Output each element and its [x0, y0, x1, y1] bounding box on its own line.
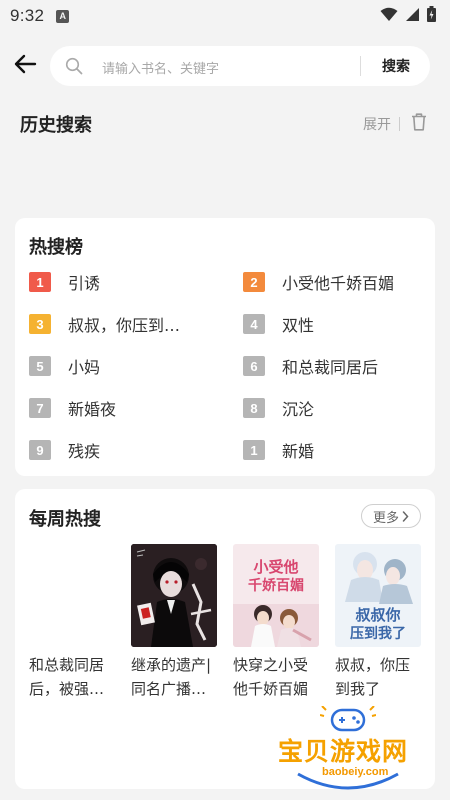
hot-item-9[interactable]: 9 残疾 [29, 439, 100, 461]
battery-icon [427, 6, 436, 26]
hot-item-title: 残疾 [68, 442, 101, 461]
search-button[interactable]: 搜索 [368, 46, 424, 86]
hot-item-4[interactable]: 4 双性 [243, 313, 314, 335]
rank-badge: 1 [29, 272, 51, 292]
more-button[interactable]: 更多 [361, 504, 421, 528]
history-divider [399, 117, 400, 131]
more-label: 更多 [372, 510, 399, 526]
chevron-right-icon [402, 510, 409, 522]
history-title: 历史搜索 [20, 115, 92, 136]
book-cover: 叔叔你 压到我了 [335, 544, 421, 647]
book-item[interactable]: 和总裁同居后，被强… [29, 544, 115, 701]
cover-text-line-2: 千娇百媚 [248, 577, 304, 594]
rank-badge: 3 [29, 314, 51, 334]
back-button[interactable] [0, 44, 50, 88]
signal-icon [405, 7, 420, 26]
history-actions: 展开 [363, 113, 430, 135]
hot-item-6[interactable]: 6 和总裁同居后 [243, 355, 378, 377]
book-cover [131, 544, 217, 647]
book-title: 继承的遗产|同名广播… [131, 656, 212, 698]
rank-badge: 6 [243, 356, 265, 376]
hot-item-5[interactable]: 5 小妈 [29, 355, 100, 377]
rank-badge: 1 [243, 440, 265, 460]
book-item[interactable]: 继承的遗产|同名广播… [131, 544, 217, 701]
watermark-text: 宝贝游戏网 [278, 737, 409, 766]
search-input[interactable] [102, 51, 342, 81]
hot-item-title: 小受他千娇百媚 [282, 274, 395, 293]
status-time: 9:32 [10, 6, 45, 25]
wifi-icon [380, 7, 398, 26]
hot-item-title: 新婚 [282, 442, 315, 461]
cover-text-line-2: 压到我了 [350, 626, 406, 642]
hot-item-8[interactable]: 8 沉沦 [243, 397, 314, 419]
rank-badge: 4 [243, 314, 265, 334]
rank-badge: 5 [29, 356, 51, 376]
book-title: 叔叔，你压到我了 [335, 656, 411, 698]
search-bar-row: 搜索 [0, 44, 450, 88]
hot-search-title: 热搜榜 [29, 237, 83, 258]
book-item[interactable]: 叔叔你 压到我了 叔叔，你压到我了 [335, 544, 421, 701]
status-bar: 9:32 A [0, 0, 450, 32]
rank-badge: 9 [29, 440, 51, 460]
search-divider [360, 56, 361, 76]
search-icon [64, 56, 84, 76]
watermark: 宝贝游戏网 baobeiy.com [268, 704, 428, 800]
rank-badge: 8 [243, 398, 265, 418]
clear-history-button[interactable] [408, 113, 430, 135]
book-item[interactable]: 小受他 千娇百媚 快穿之小受他千娇百媚 [233, 544, 319, 701]
trash-icon [411, 113, 427, 135]
hot-item-title: 沉沦 [282, 400, 315, 419]
hot-item-title: 和总裁同居后 [282, 358, 379, 377]
hot-item-title: 小妈 [68, 358, 101, 377]
hot-item-1[interactable]: 1 引诱 [29, 271, 100, 293]
history-header: 历史搜索 展开 [20, 108, 430, 140]
hot-item-2[interactable]: 2 小受他千娇百媚 [243, 271, 394, 293]
hot-item-10[interactable]: 1 新婚 [243, 439, 314, 461]
search-box: 搜索 [50, 46, 430, 86]
hot-search-card: 热搜榜 1 引诱 2 小受他千娇百媚 3 叔叔，你压到… 4 双性 5 小妈 6… [15, 218, 435, 476]
hot-item-7[interactable]: 7 新婚夜 [29, 397, 116, 419]
book-cover: 小受他 千娇百媚 [233, 544, 319, 647]
hot-item-title: 新婚夜 [68, 400, 117, 419]
expand-button[interactable]: 展开 [363, 114, 391, 134]
book-title: 快穿之小受他千娇百媚 [233, 656, 309, 698]
watermark-url: baobeiy.com [322, 766, 389, 778]
hot-item-title: 叔叔，你压到… [68, 316, 181, 335]
weekly-title: 每周热搜 [29, 509, 101, 530]
hot-item-title: 双性 [282, 316, 315, 335]
cover-text-line-1: 叔叔你 [355, 606, 400, 624]
hot-item-3[interactable]: 3 叔叔，你压到… [29, 313, 180, 335]
notification-badge: A [56, 9, 70, 23]
rank-badge: 7 [29, 398, 51, 418]
status-icons [380, 6, 436, 26]
cover-text-line-1: 小受他 [253, 558, 298, 576]
arrow-left-icon [13, 54, 37, 78]
hot-item-title: 引诱 [68, 274, 101, 293]
rank-badge: 2 [243, 272, 265, 292]
book-title: 和总裁同居后，被强… [29, 656, 105, 698]
